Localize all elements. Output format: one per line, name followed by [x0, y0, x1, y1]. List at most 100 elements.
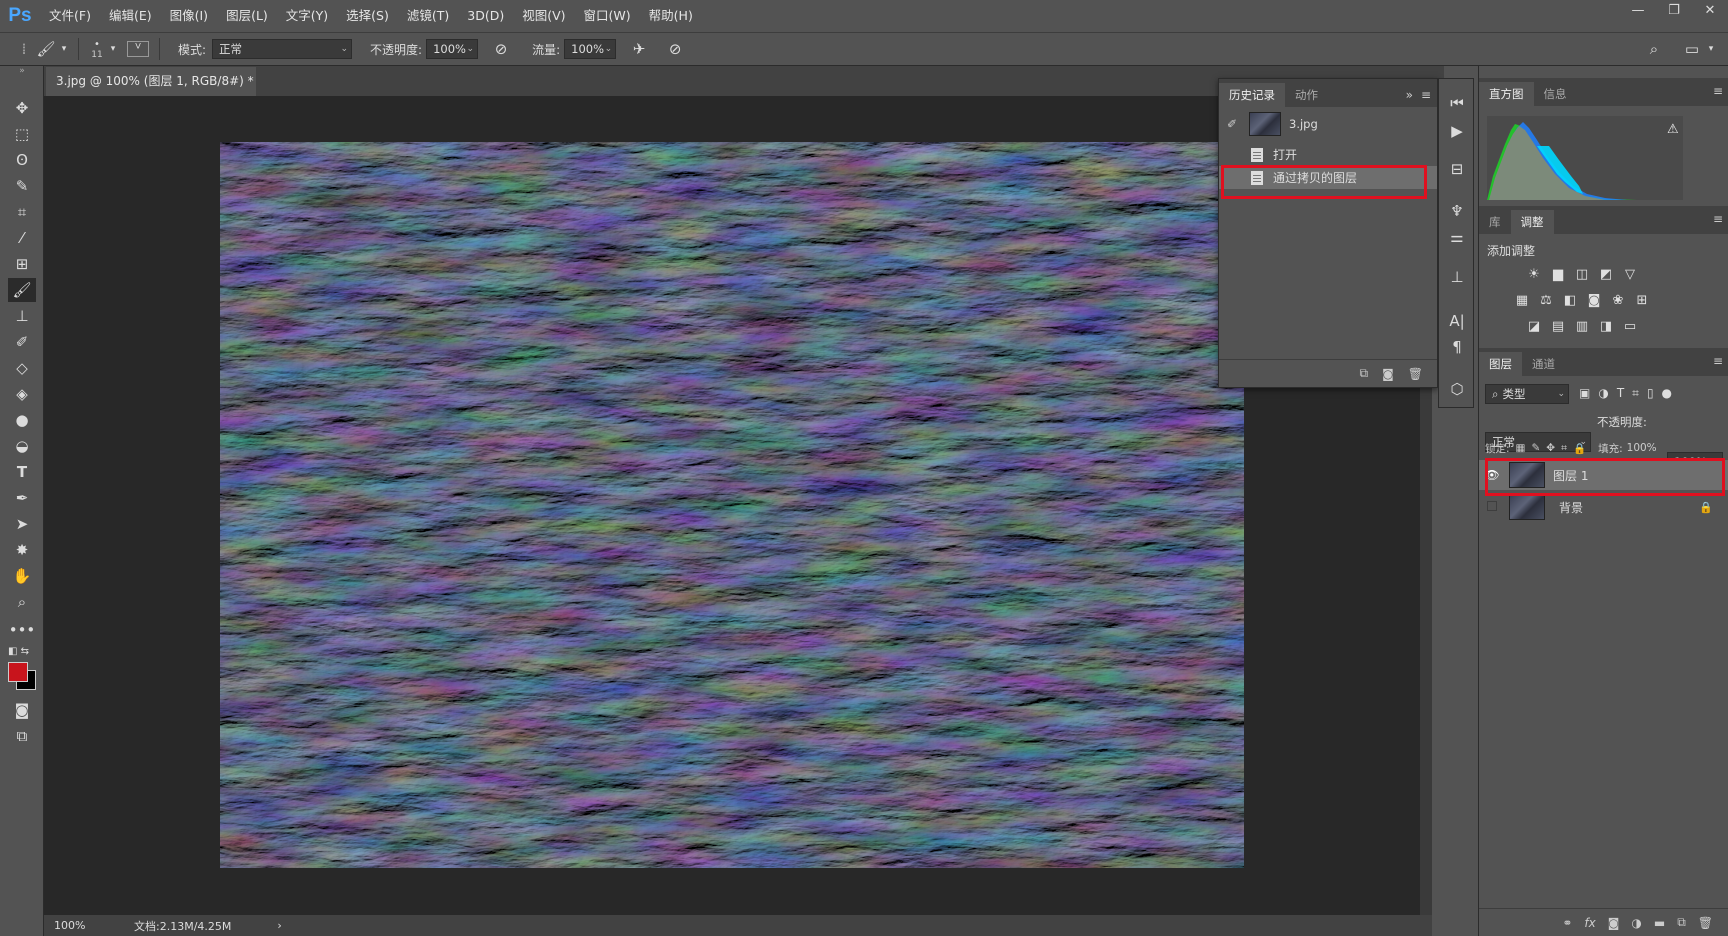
channel-mixer-icon[interactable]: ❀ [1609, 292, 1627, 308]
menu-item[interactable]: 文字(Y) [277, 0, 337, 32]
chevron-down-icon[interactable]: ▾ [1704, 44, 1718, 54]
expand-icon[interactable]: » [1406, 88, 1413, 102]
add-mask-icon[interactable]: ◙ [1608, 916, 1620, 930]
clone-source-icon[interactable]: ⊥ [1445, 265, 1469, 289]
new-layer-icon[interactable]: ⧉ [1677, 915, 1686, 930]
paragraph-icon[interactable]: ¶ [1445, 335, 1469, 359]
layer-name[interactable]: 背景 [1559, 499, 1583, 516]
zoom-level[interactable]: 100% [54, 919, 124, 932]
menu-item[interactable]: 帮助(H) [640, 0, 702, 32]
panel-menu-icon[interactable]: ≡ [1713, 354, 1723, 368]
chevron-down-icon[interactable]: ▾ [58, 44, 70, 54]
adjustment-layer-icon[interactable]: ◑ [1631, 916, 1641, 930]
brush-settings-icon[interactable]: ⚌ [1445, 225, 1469, 249]
airbrush-icon[interactable]: ✈ [626, 40, 652, 58]
close-button[interactable]: ✕ [1692, 0, 1728, 22]
panel-menu-icon[interactable]: ≡ [1421, 88, 1431, 102]
visibility-toggle-empty[interactable] [1479, 500, 1505, 514]
character-icon[interactable]: A| [1445, 309, 1469, 333]
curves-icon[interactable]: ◫ [1573, 266, 1591, 282]
menu-item[interactable]: 文件(F) [40, 0, 100, 32]
menu-item[interactable]: 视图(V) [513, 0, 574, 32]
history-brush-source-icon[interactable]: ✐ [1227, 117, 1245, 131]
history-item-open[interactable]: 打开 [1219, 143, 1437, 166]
screen-mode-icon[interactable]: ⧉ [8, 724, 36, 748]
search-icon[interactable]: ⌕ [1642, 40, 1666, 58]
trash-icon[interactable]: 🗑 [1408, 367, 1423, 381]
rock-texture-image[interactable] [220, 142, 1244, 868]
lasso-tool-icon[interactable]: ʘ [8, 148, 36, 172]
tab-actions[interactable]: 动作 [1285, 83, 1328, 107]
panel-menu-icon[interactable]: ≡ [1713, 212, 1723, 226]
panel-menu-icon[interactable]: ≡ [1713, 84, 1723, 98]
pen-tool-icon[interactable]: ✒ [8, 486, 36, 510]
quick-mask-icon[interactable]: ◙ [8, 698, 36, 722]
brush-tool-icon[interactable]: 🖌 [8, 278, 36, 302]
eyedropper-tool-icon[interactable]: ⁄ [8, 226, 36, 250]
filter-type-icon[interactable]: T [1617, 386, 1624, 401]
foreground-color-swatch[interactable] [8, 662, 28, 682]
brush-size-picker[interactable]: • 11 [87, 39, 107, 60]
shape-tool-icon[interactable]: ✸ [8, 538, 36, 562]
invert-icon[interactable]: ◪ [1525, 318, 1543, 334]
eraser-tool-icon[interactable]: ◇ [8, 356, 36, 380]
minimize-button[interactable]: — [1620, 0, 1656, 22]
swap-colors-icon[interactable]: ◧ ⇆ [8, 644, 36, 658]
tab-adjustments[interactable]: 调整 [1510, 210, 1554, 234]
filter-smart-object-icon[interactable]: ▯ [1647, 386, 1654, 401]
black-white-icon[interactable]: ◧ [1561, 292, 1579, 308]
menu-item[interactable]: 3D(D) [458, 0, 513, 32]
clone-stamp-tool-icon[interactable]: ⊥ [8, 304, 36, 328]
tab-layers[interactable]: 图层 [1479, 352, 1522, 376]
type-tool-icon[interactable]: T [8, 460, 36, 484]
filter-adjustment-icon[interactable]: ◑ [1598, 386, 1608, 401]
cache-warning-icon[interactable]: ⚠ [1667, 122, 1679, 137]
quick-select-tool-icon[interactable]: ✎ [8, 174, 36, 198]
layer-filter-select[interactable]: ⌕ 类型 ⌄ [1485, 384, 1569, 404]
chevron-down-icon[interactable]: ▾ [107, 44, 119, 54]
marquee-tool-icon[interactable]: ⬚ [8, 122, 36, 146]
color-balance-icon[interactable]: ⚖ [1537, 292, 1555, 308]
blur-tool-icon[interactable]: ● [8, 408, 36, 432]
lock-transparent-icon[interactable]: ▦ [1516, 442, 1526, 454]
menu-item[interactable]: 图像(I) [161, 0, 217, 32]
filter-pixel-icon[interactable]: ▣ [1579, 386, 1590, 401]
hue-saturation-icon[interactable]: ▦ [1513, 292, 1531, 308]
tab-libraries[interactable]: 库 [1479, 210, 1511, 234]
exposure-icon[interactable]: ◩ [1597, 266, 1615, 282]
tab-channels[interactable]: 通道 [1522, 352, 1565, 376]
3d-icon[interactable]: ⬡ [1445, 377, 1469, 401]
levels-icon[interactable]: ▆ [1549, 266, 1567, 282]
lock-all-icon[interactable]: 🔒 [1573, 442, 1586, 455]
move-tool-icon[interactable]: ✥ [8, 96, 36, 120]
brush-presets-icon[interactable]: ♆ [1445, 199, 1469, 223]
tab-history[interactable]: 历史记录 [1219, 83, 1285, 107]
lock-image-icon[interactable]: ✎ [1531, 442, 1540, 454]
tab-info[interactable]: 信息 [1534, 82, 1577, 106]
posterize-icon[interactable]: ▤ [1549, 318, 1567, 334]
pressure-opacity-icon[interactable]: ⊘ [488, 40, 514, 58]
photo-filter-icon[interactable]: ◙ [1585, 292, 1603, 308]
selective-color-icon[interactable]: ◨ [1597, 318, 1615, 334]
color-lookup-icon[interactable]: ⊞ [1633, 292, 1651, 308]
trash-icon[interactable]: 🗑 [1698, 916, 1713, 930]
crop-tool-icon[interactable]: ⌗ [8, 200, 36, 224]
menu-item[interactable]: 编辑(E) [100, 0, 161, 32]
brush-preset-icon[interactable]: 🖌 [34, 40, 58, 58]
brightness-contrast-icon[interactable]: ☀ [1525, 266, 1543, 282]
fill-value[interactable]: 100% [1627, 442, 1657, 454]
paint-bucket-tool-icon[interactable]: ◈ [8, 382, 36, 406]
layer-style-button[interactable]: fx [1584, 916, 1595, 930]
zoom-tool-icon[interactable]: ⌕ [8, 590, 36, 614]
status-menu-icon[interactable]: › [277, 919, 281, 932]
filter-shape-icon[interactable]: ⌗ [1632, 386, 1639, 401]
more-tools-icon[interactable]: ••• [8, 618, 36, 642]
mode-select[interactable]: 正常 ⌄ [212, 39, 353, 59]
flow-field[interactable]: 100% ⌄ [564, 39, 617, 59]
vibrance-icon[interactable]: ▽ [1621, 266, 1639, 282]
lock-artboard-icon[interactable]: ⌗ [1561, 442, 1567, 455]
hand-tool-icon[interactable]: ✋ [8, 564, 36, 588]
menu-item[interactable]: 窗口(W) [575, 0, 640, 32]
history-panel-icon[interactable]: ⏮ [1445, 91, 1469, 115]
new-document-from-state-icon[interactable]: ⧉ [1360, 366, 1369, 381]
